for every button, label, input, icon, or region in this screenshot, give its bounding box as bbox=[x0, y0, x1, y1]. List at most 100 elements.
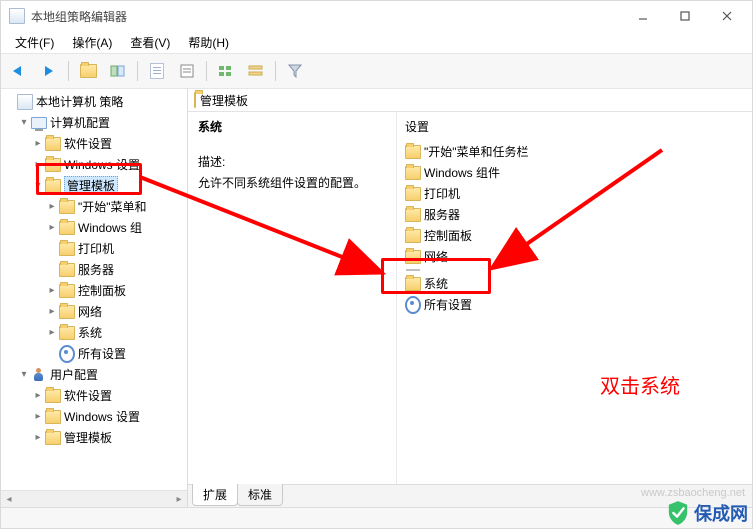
section-title: 系统 bbox=[198, 118, 386, 135]
tree-label: 软件设置 bbox=[64, 135, 112, 152]
expander-icon[interactable]: ▸ bbox=[31, 390, 45, 401]
doc-icon bbox=[17, 94, 33, 110]
expander-icon[interactable]: ▸ bbox=[31, 159, 45, 170]
tree-pane[interactable]: 本地计算机 策略 ▾ 计算机配置 bbox=[1, 89, 188, 507]
nav-up-button[interactable] bbox=[74, 58, 102, 84]
tree-label: 管理模板 bbox=[64, 429, 112, 446]
user-icon bbox=[31, 367, 47, 383]
folder-icon bbox=[405, 249, 421, 265]
item-network[interactable]: 网络 bbox=[403, 246, 746, 267]
folder-icon bbox=[405, 165, 421, 181]
tree-system[interactable]: ▸ 系统 bbox=[1, 322, 187, 343]
tree-label: 管理模板 bbox=[64, 176, 118, 195]
item-server[interactable]: 服务器 bbox=[403, 204, 746, 225]
description-label: 描述: bbox=[198, 153, 386, 170]
minimize-button[interactable] bbox=[622, 2, 664, 30]
expander-icon[interactable]: ▸ bbox=[45, 222, 59, 233]
toolbar bbox=[1, 53, 752, 89]
expander-icon[interactable]: ▸ bbox=[31, 411, 45, 422]
menu-action[interactable]: 操作(A) bbox=[64, 32, 120, 53]
tree-label: 服务器 bbox=[78, 261, 114, 278]
tab-extended[interactable]: 扩展 bbox=[192, 484, 238, 506]
folder-icon bbox=[59, 199, 75, 215]
tree-windows-settings[interactable]: ▸ Windows 设置 bbox=[1, 154, 187, 175]
expander-icon[interactable]: ▸ bbox=[45, 201, 59, 212]
tree-root[interactable]: 本地计算机 策略 bbox=[1, 91, 187, 112]
menu-help[interactable]: 帮助(H) bbox=[180, 32, 237, 53]
properties-button[interactable] bbox=[173, 58, 201, 84]
tree-software-settings[interactable]: ▸ 软件设置 bbox=[1, 133, 187, 154]
bottom-tabs: 扩展 标准 bbox=[188, 484, 752, 507]
item-system[interactable]: 系统 bbox=[403, 273, 746, 294]
nav-forward-button[interactable] bbox=[35, 58, 63, 84]
tree-user-admin-templates[interactable]: ▸ 管理模板 bbox=[1, 427, 187, 448]
folder-icon bbox=[45, 409, 61, 425]
tree-start-menu[interactable]: ▸ "开始"菜单和 bbox=[1, 196, 187, 217]
tree-user-software[interactable]: ▸ 软件设置 bbox=[1, 385, 187, 406]
items-column: 设置 "开始"菜单和任务栏 Windows 组件 打印机 bbox=[397, 112, 752, 484]
folder-icon bbox=[405, 228, 421, 244]
details-pane: 管理模板 系统 描述: 允许不同系统组件设置的配置。 设置 "开始"菜单和任务栏 bbox=[188, 89, 752, 507]
tree-label: "开始"菜单和 bbox=[78, 198, 147, 215]
icons-view-button[interactable] bbox=[212, 58, 240, 84]
folder-icon bbox=[59, 241, 75, 257]
tree-server[interactable]: 服务器 bbox=[1, 259, 187, 280]
expander-icon[interactable]: ▸ bbox=[45, 327, 59, 338]
export-list-button[interactable] bbox=[143, 58, 171, 84]
tree-all-settings[interactable]: 所有设置 bbox=[1, 343, 187, 364]
tree-windows-components[interactable]: ▸ Windows 组 bbox=[1, 217, 187, 238]
policy-tree: 本地计算机 策略 ▾ 计算机配置 bbox=[1, 91, 187, 448]
list-item-label: Windows 组件 bbox=[424, 164, 500, 181]
close-button[interactable] bbox=[706, 2, 748, 30]
nav-back-button[interactable] bbox=[5, 58, 33, 84]
tree-printers[interactable]: 打印机 bbox=[1, 238, 187, 259]
scroll-left-icon[interactable]: ◂ bbox=[1, 494, 17, 505]
gpedit-window: 本地组策略编辑器 文件(F) 操作(A) 查看(V) 帮助(H) bbox=[0, 0, 753, 529]
folder-icon bbox=[405, 276, 421, 292]
item-start-menu[interactable]: "开始"菜单和任务栏 bbox=[403, 141, 746, 162]
folder-icon bbox=[59, 220, 75, 236]
toolbar-sep bbox=[137, 61, 138, 81]
tree-label: 系统 bbox=[78, 324, 102, 341]
tree-network[interactable]: ▸ 网络 bbox=[1, 301, 187, 322]
expander-icon[interactable]: ▾ bbox=[17, 117, 31, 128]
tree-label: 网络 bbox=[78, 303, 102, 320]
folder-icon bbox=[405, 186, 421, 202]
maximize-button[interactable] bbox=[664, 2, 706, 30]
item-printers[interactable]: 打印机 bbox=[403, 183, 746, 204]
list-view-button[interactable] bbox=[242, 58, 270, 84]
tree-label: 所有设置 bbox=[78, 345, 126, 362]
description-column: 系统 描述: 允许不同系统组件设置的配置。 bbox=[188, 112, 397, 484]
item-windows-components[interactable]: Windows 组件 bbox=[403, 162, 746, 183]
expander-icon[interactable]: ▸ bbox=[45, 306, 59, 317]
expander-icon[interactable]: ▸ bbox=[31, 432, 45, 443]
expander-icon[interactable]: ▸ bbox=[45, 285, 59, 296]
tree-label: 用户配置 bbox=[50, 366, 98, 383]
folder-icon bbox=[45, 157, 61, 173]
tree-label: Windows 设置 bbox=[64, 156, 140, 173]
gear-icon bbox=[405, 297, 421, 313]
tab-standard[interactable]: 标准 bbox=[237, 484, 283, 506]
toolbar-sep bbox=[68, 61, 69, 81]
titlebar: 本地组策略编辑器 bbox=[1, 1, 752, 31]
tree-admin-templates[interactable]: ▾ 管理模板 bbox=[1, 175, 187, 196]
path-label: 管理模板 bbox=[200, 92, 248, 109]
horizontal-scrollbar[interactable]: ◂ ▸ bbox=[1, 490, 187, 507]
expander-icon[interactable]: ▸ bbox=[31, 138, 45, 149]
tree-user-windows-settings[interactable]: ▸ Windows 设置 bbox=[1, 406, 187, 427]
expander-icon[interactable]: ▾ bbox=[31, 180, 45, 191]
divider-icon bbox=[405, 268, 421, 272]
tree-computer-config[interactable]: ▾ 计算机配置 bbox=[1, 112, 187, 133]
menu-file[interactable]: 文件(F) bbox=[7, 32, 62, 53]
tree-control-panel[interactable]: ▸ 控制面板 bbox=[1, 280, 187, 301]
expander-icon[interactable]: ▾ bbox=[17, 369, 31, 380]
item-control-panel[interactable]: 控制面板 bbox=[403, 225, 746, 246]
list-item-label: 打印机 bbox=[424, 185, 460, 202]
menu-view[interactable]: 查看(V) bbox=[122, 32, 178, 53]
scroll-right-icon[interactable]: ▸ bbox=[171, 494, 187, 505]
folder-icon bbox=[194, 93, 196, 107]
show-hide-tree-button[interactable] bbox=[104, 58, 132, 84]
filter-button[interactable] bbox=[281, 58, 309, 84]
tree-user-config[interactable]: ▾ 用户配置 bbox=[1, 364, 187, 385]
item-all-settings[interactable]: 所有设置 bbox=[403, 294, 746, 315]
